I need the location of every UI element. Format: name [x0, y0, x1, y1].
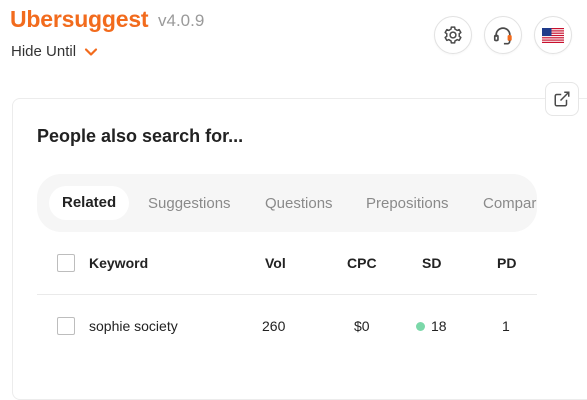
- tab-prepositions[interactable]: Prepositions: [366, 187, 449, 221]
- row-pd: 1: [502, 318, 510, 334]
- row-sd-value: 18: [431, 318, 447, 334]
- row-vol: 260: [262, 318, 286, 334]
- column-header-pd[interactable]: PD: [497, 255, 516, 271]
- us-flag-icon: [542, 27, 564, 43]
- headset-icon: [493, 27, 512, 45]
- tab-suggestions[interactable]: Suggestions: [148, 187, 231, 221]
- tab-bar: Related Suggestions Questions Prepositio…: [37, 174, 537, 232]
- tab-questions[interactable]: Questions: [265, 187, 333, 221]
- support-button[interactable]: [484, 16, 522, 54]
- section-title: People also search for...: [37, 126, 244, 146]
- column-header-vol[interactable]: Vol: [265, 255, 286, 271]
- row-keyword[interactable]: sophie society: [89, 318, 178, 334]
- sd-difficulty-dot: [416, 321, 425, 331]
- row-checkbox[interactable]: [57, 317, 75, 335]
- language-button[interactable]: [534, 16, 572, 54]
- chevron-down-icon: [84, 47, 98, 56]
- row-cpc: $0: [354, 318, 370, 334]
- app-version: v4.0.9: [158, 11, 205, 30]
- hide-until-label: Hide Until: [11, 43, 77, 60]
- hide-until-dropdown[interactable]: Hide Until: [11, 43, 98, 60]
- external-link-icon: [554, 91, 570, 107]
- row-sd: 18: [416, 318, 447, 334]
- tab-related[interactable]: Related: [49, 186, 130, 220]
- table-divider: [37, 294, 537, 295]
- app-logo: Ubersuggest: [10, 6, 149, 32]
- settings-button[interactable]: [434, 16, 472, 54]
- column-header-sd[interactable]: SD: [422, 255, 441, 271]
- select-all-checkbox[interactable]: [57, 254, 75, 272]
- tab-comparisons[interactable]: Compar: [483, 187, 536, 221]
- column-header-keyword[interactable]: Keyword: [89, 255, 148, 271]
- gear-icon: [444, 26, 462, 44]
- open-external-button[interactable]: [545, 82, 579, 116]
- column-header-cpc[interactable]: CPC: [347, 255, 377, 271]
